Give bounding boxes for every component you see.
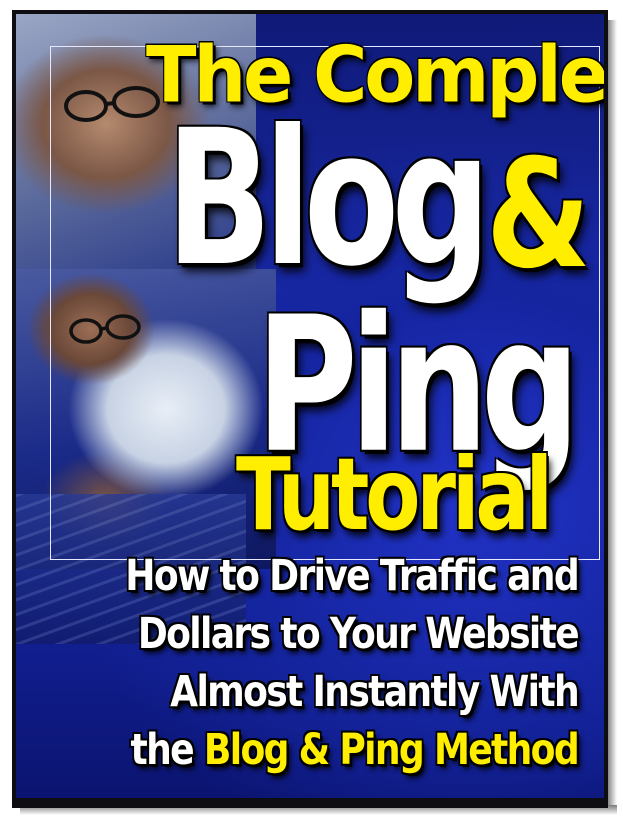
subtitle-line-4: the Blog & Ping Method [108, 721, 580, 779]
title-ampersand: & [486, 128, 591, 302]
subtitle-line-2: Dollars to Your Website [137, 609, 580, 659]
title-blog: Blog [166, 89, 491, 308]
subtitle-line-4-prefix: the [130, 725, 195, 775]
subtitle-line-3: Almost Instantly With [170, 667, 580, 717]
cover-subtitle: How to Drive Traffic and Dollars to Your… [18, 547, 580, 779]
subtitle-method-highlight: Blog & Ping Method [203, 725, 580, 775]
subtitle-line-1: How to Drive Traffic and [125, 551, 579, 601]
cover-artwork: The Complete Blog & Ping Tutorial How to… [16, 14, 604, 798]
title-tutorial: Tutorial [236, 437, 553, 554]
cover-shadow-right [607, 20, 617, 815]
ebook-cover: The Complete Blog & Ping Tutorial How to… [12, 10, 608, 808]
